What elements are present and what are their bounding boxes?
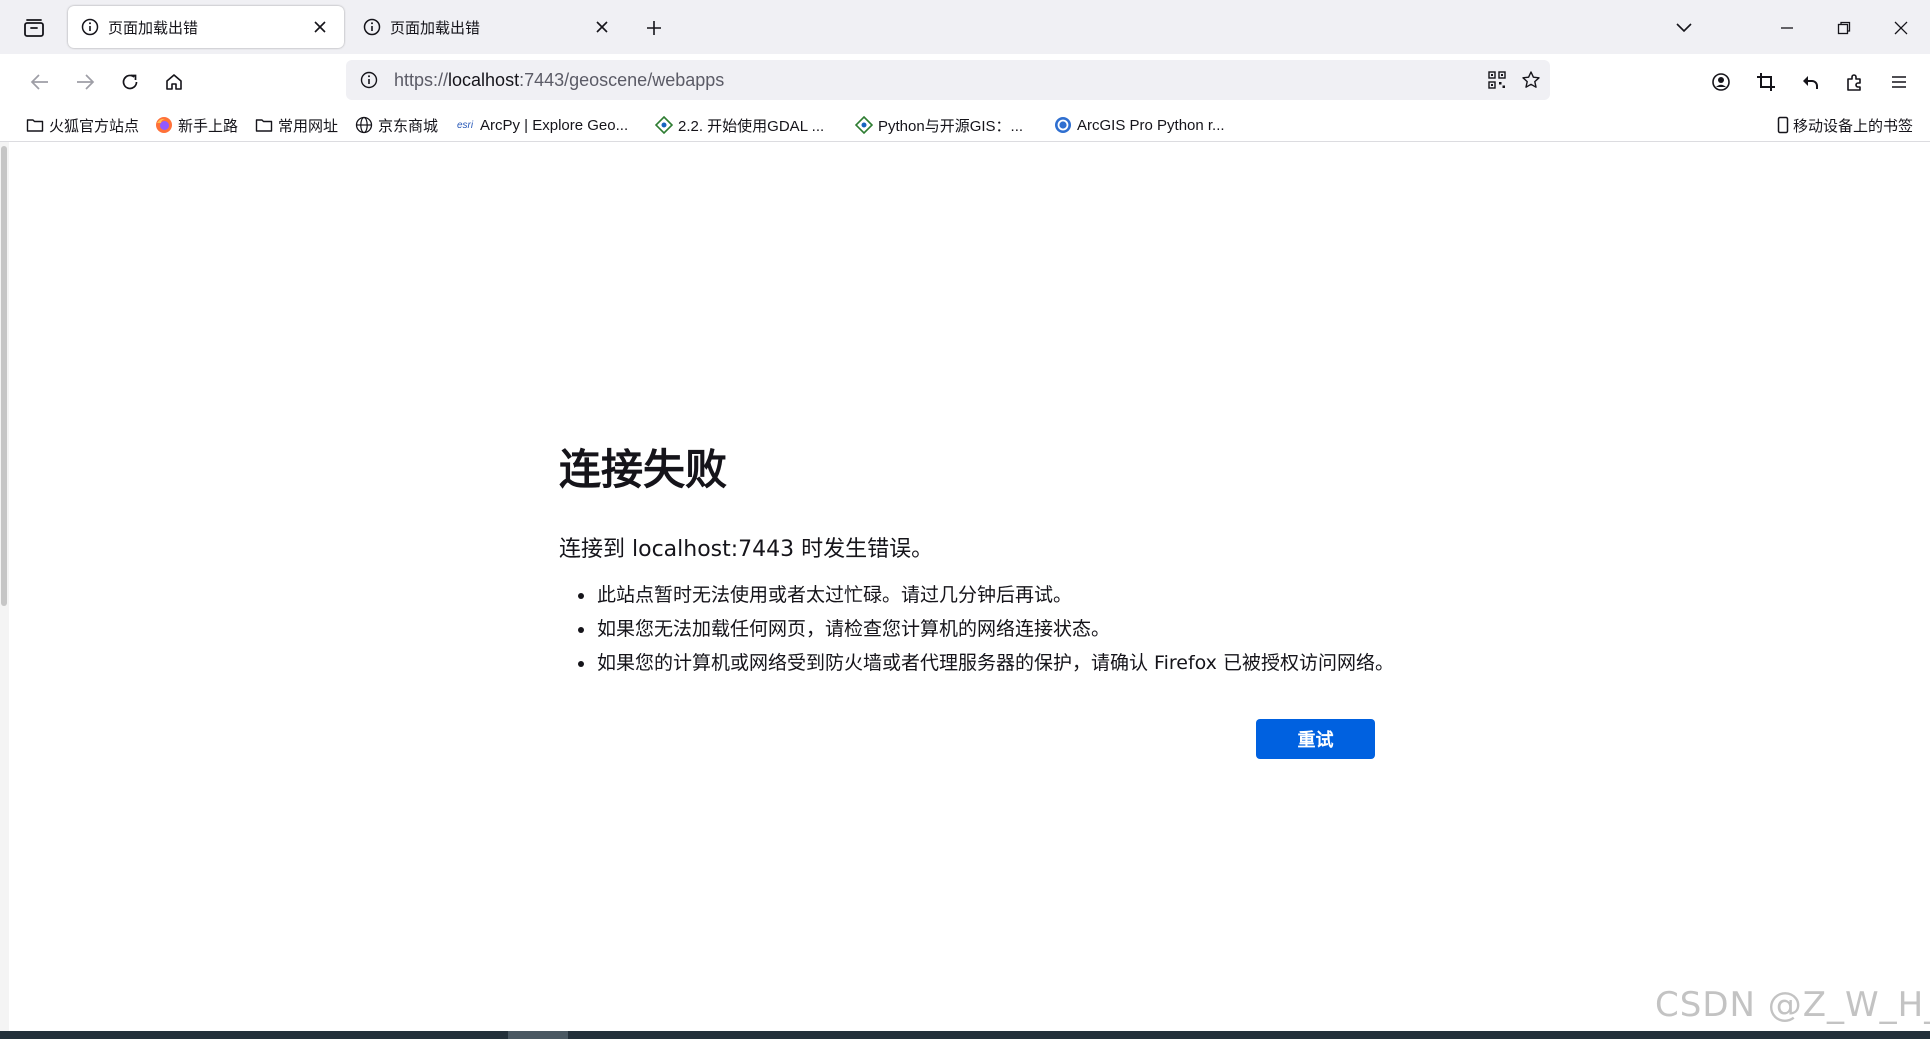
url-scheme: https:// [394,69,449,90]
tab-list-button[interactable] [18,12,50,44]
screenshot-button[interactable] [1748,64,1784,100]
reload-button[interactable] [112,64,148,100]
bookmark-item[interactable]: 常用网址 [255,112,338,138]
info-icon [80,17,100,37]
home-button[interactable] [156,64,192,100]
menu-button[interactable] [1881,64,1917,100]
tab-title: 页面加载出错 [390,19,481,37]
list-all-tabs-button[interactable] [1666,10,1702,46]
tab-title: 页面加载出错 [108,19,199,37]
bookmark-label: ArcGIS Pro Python r... [1077,116,1225,134]
bookmark-label: 新手上路 [178,117,239,135]
bookmark-item[interactable]: 京东商城 [355,112,438,138]
mobile-device-icon [1776,116,1790,134]
list-item: 如果您的计算机或网络受到防火墙或者代理服务器的保护，请确认 Firefox 已被… [578,646,1394,680]
bookmark-item[interactable]: 2.2. 开始使用GDAL ... [655,112,824,138]
tab-active[interactable]: 页面加载出错 [68,6,344,48]
url-path: :7443/geoscene/webapps [519,69,725,90]
url-host: localhost [448,69,520,90]
bookmark-label: 常用网址 [278,117,339,135]
url-text[interactable]: https://localhost:7443/geoscene/webapps [394,70,724,91]
tab-inactive[interactable]: 页面加载出错 [350,6,626,48]
bookmark-label: ArcPy | Explore Geo... [480,116,629,134]
taskbar-edge [0,1031,1930,1039]
bookmark-item[interactable]: ArcGIS Pro Python r... [1054,112,1225,138]
crop-icon [1757,73,1775,91]
info-icon [362,17,382,37]
hamburger-menu-icon [1892,76,1906,88]
account-button[interactable] [1703,64,1739,100]
bookmark-item[interactable]: 火狐官方站点 [26,112,139,138]
extensions-button[interactable] [1837,64,1873,100]
watermark: CSDN @Z_W_H_ [1655,985,1930,1025]
folder-icon [255,116,273,134]
restore-button[interactable] [1826,10,1862,46]
bookmark-label: 京东商城 [378,117,439,135]
bookmark-label: Python与开源GIS：... [878,117,1024,135]
undo-arrow-icon [1803,76,1818,89]
tab-list-icon [24,19,44,37]
tab-strip: 页面加载出错 页面加载出错 [0,0,1930,54]
home-icon [166,74,182,90]
bookmark-star-icon[interactable] [1516,65,1546,95]
address-bar[interactable]: https://localhost:7443/geoscene/webapps [346,60,1550,100]
new-tab-button[interactable] [638,12,670,44]
firefox-icon [155,116,173,134]
globe-icon [355,116,373,134]
back-arrow-icon [30,74,48,90]
bookmark-label: 移动设备上的书签 [1793,117,1914,135]
list-item: 如果您无法加载任何网页，请检查您计算机的网络连接状态。 [578,612,1394,646]
undo-close-button[interactable] [1792,64,1828,100]
back-button[interactable] [22,64,58,100]
forward-arrow-icon [77,74,95,90]
site-info-icon[interactable] [354,65,384,95]
gdal-icon [655,116,673,134]
esri-icon: esri [455,116,475,134]
bookmark-item[interactable]: esri ArcPy | Explore Geo... [455,112,628,138]
close-tab-icon[interactable] [308,15,332,39]
minimize-button[interactable] [1769,10,1805,46]
retry-button[interactable]: 重试 [1256,719,1375,759]
taskbar-item[interactable] [508,1031,568,1039]
left-edge-scrollbar [0,142,9,1035]
folder-icon [26,116,44,134]
bookmark-label: 火狐官方站点 [49,117,140,135]
chevron-down-icon [1676,23,1692,33]
esri-icon-text: esri [456,119,474,131]
close-icon [1894,21,1908,35]
error-description: 连接到 localhost:7443 时发生错误。 [559,537,934,562]
reload-icon [122,74,138,90]
close-window-button[interactable] [1883,10,1919,46]
error-suggestions-list: 此站点暂时无法使用或者太过忙碌。请过几分钟后再试。 如果您无法加载任何网页，请检… [559,578,1394,680]
minimize-icon [1781,27,1793,29]
restore-icon [1837,21,1851,35]
account-icon [1712,73,1730,91]
qr-code-icon[interactable] [1482,65,1512,95]
bookmark-item[interactable]: 新手上路 [155,112,238,138]
forward-button[interactable] [67,64,103,100]
close-tab-icon[interactable] [590,15,614,39]
bookmarks-toolbar: 火狐官方站点 新手上路 常用网址 京东商城 esri ArcPy | Explo… [0,108,1930,142]
puzzle-icon [1847,74,1861,91]
gdal-icon [855,116,873,134]
scrollbar-thumb[interactable] [1,146,7,606]
bookmark-label: 2.2. 开始使用GDAL ... [678,117,825,135]
navigation-toolbar: https://localhost:7443/geoscene/webapps [0,54,1930,108]
error-title: 连接失败 [559,445,728,494]
plus-icon [647,21,661,35]
bookmark-item[interactable]: Python与开源GIS：... [855,112,1023,138]
list-item: 此站点暂时无法使用或者太过忙碌。请过几分钟后再试。 [578,578,1394,612]
arcgis-icon [1054,116,1072,134]
mobile-bookmarks-folder[interactable]: 移动设备上的书签 [1776,112,1913,138]
